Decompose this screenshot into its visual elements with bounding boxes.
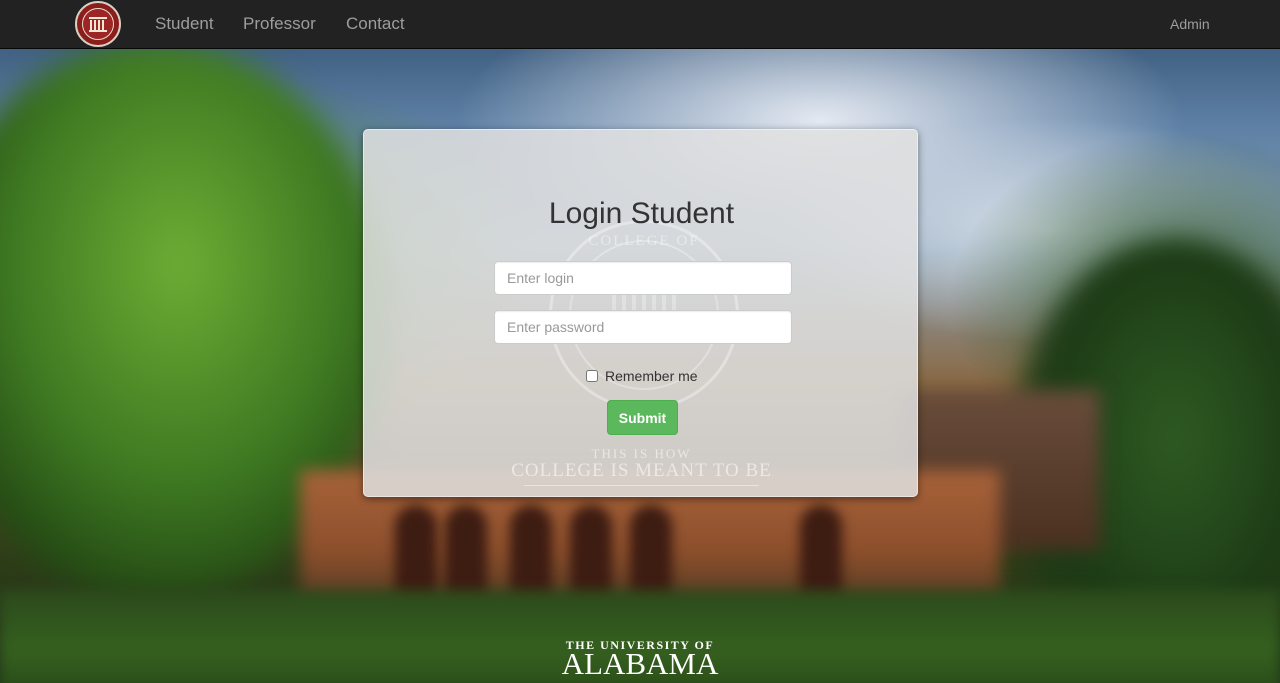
login-input[interactable] (494, 261, 792, 295)
college-seal-icon[interactable] (75, 1, 121, 47)
watermark-divider (524, 485, 759, 486)
submit-button[interactable]: Submit (607, 400, 678, 435)
watermark-seal-text: COLLEGE OF (588, 233, 700, 249)
remember-me-label: Remember me (605, 368, 698, 384)
page-title: Login Student (548, 197, 735, 230)
login-panel: COLLEGE OF THIS IS HOW COLLEGE IS MEANT … (363, 129, 918, 497)
nav-link-professor[interactable]: Professor (243, 13, 316, 35)
password-input[interactable] (494, 310, 792, 344)
university-name: ALABAMA (561, 646, 719, 681)
nav-link-student[interactable]: Student (155, 13, 214, 35)
building-icon (89, 17, 107, 32)
remember-me-checkbox[interactable] (586, 370, 598, 382)
watermark-tagline-large: COLLEGE IS MEANT TO BE (511, 460, 772, 481)
remember-me[interactable]: Remember me (586, 367, 698, 385)
nav-link-contact[interactable]: Contact (346, 13, 405, 35)
college-seal-inner (82, 8, 114, 40)
nav-link-admin[interactable]: Admin (1170, 15, 1210, 33)
top-navbar: Student Professor Contact Admin (0, 0, 1280, 49)
